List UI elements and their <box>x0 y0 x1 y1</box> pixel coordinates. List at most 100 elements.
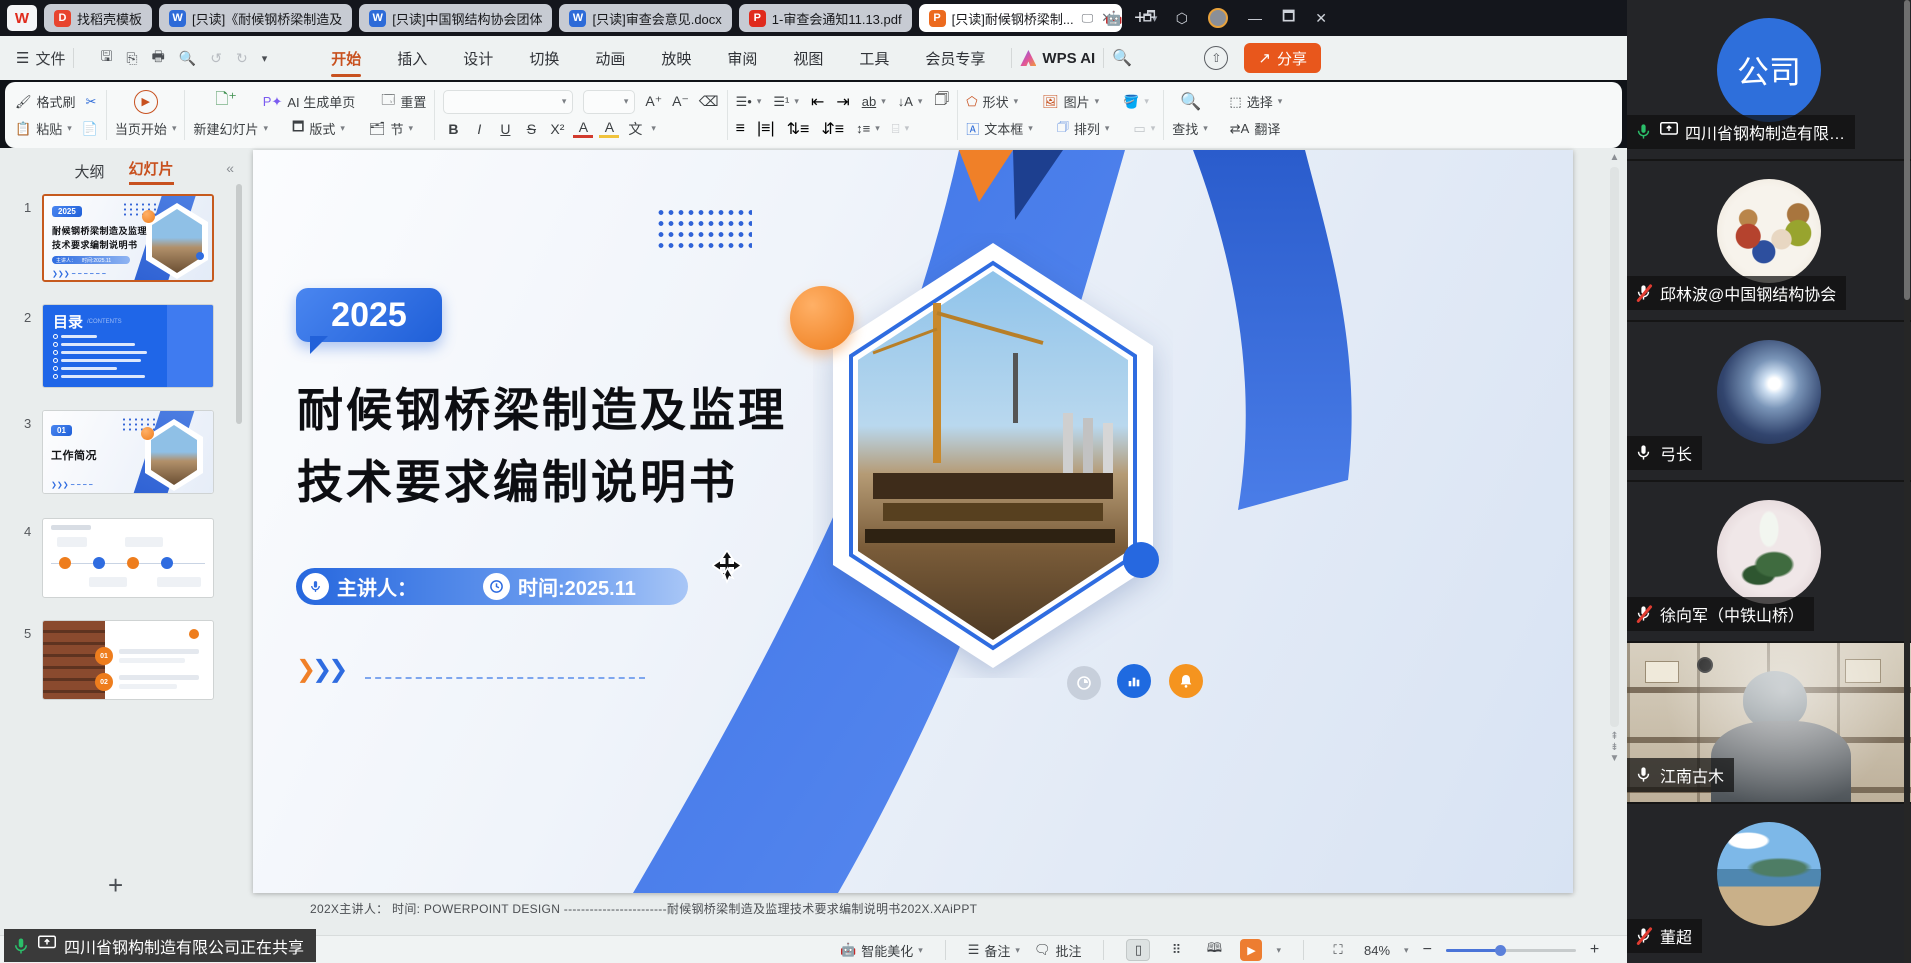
picture-button[interactable]: 🖼图片▾ <box>1042 92 1099 111</box>
participant-tile-6[interactable]: 董超 <box>1627 804 1911 963</box>
search-icon[interactable]: 🔍 <box>1112 48 1132 68</box>
translate-button[interactable]: ⇄A翻译 <box>1230 119 1281 138</box>
select-button[interactable]: ⬚选择▾ <box>1229 92 1282 111</box>
paste-button[interactable]: 📋粘贴▾ <box>15 119 72 138</box>
tab-design[interactable]: 设计 <box>445 36 511 80</box>
line-spacing-down-icon[interactable]: ⇵≡ <box>821 119 844 139</box>
next-slide-icon[interactable]: ⇟ <box>1608 742 1621 753</box>
tab-docer[interactable]: D 找稻壳模板 <box>44 4 152 32</box>
tab-overview-icon[interactable]: 🗗 <box>1143 6 1156 30</box>
outline-color-button[interactable]: ▭▾ <box>1133 121 1155 137</box>
participant-tile-3[interactable]: 弓长 <box>1627 322 1911 481</box>
close-button[interactable]: ✕ <box>1315 10 1327 27</box>
tab-animation[interactable]: 动画 <box>577 36 643 80</box>
slide-sorter-view-button[interactable]: ⠿ <box>1164 939 1188 961</box>
tab-doc-association[interactable]: W [只读]中国钢结构协会团体 <box>359 4 552 32</box>
tab-home[interactable]: 开始 <box>313 36 379 80</box>
tab-ppt-active[interactable]: P [只读]耐候钢桥梁制... 🖵 ✕ <box>919 4 1123 32</box>
slide-title-line2[interactable]: 技术要求编制说明书 <box>297 446 738 512</box>
redo-icon[interactable]: ↻ <box>236 50 248 67</box>
workspace-cube-icon[interactable]: ⬡ <box>1176 10 1188 27</box>
maximize-button[interactable]: 🗖 <box>1282 6 1295 30</box>
magnifier-icon[interactable]: 🔍 <box>1180 92 1201 112</box>
slides-tab[interactable]: 幻灯片 <box>129 158 174 185</box>
upload-cloud-icon[interactable]: ⇧ <box>1204 46 1228 70</box>
cut-button[interactable]: ✂ <box>86 94 97 110</box>
doc-mode-icon[interactable]: 🖵 <box>1082 11 1094 26</box>
superscript-button[interactable]: X² <box>547 121 567 137</box>
meeting-scrollbar[interactable] <box>1904 0 1910 963</box>
italic-button[interactable]: I <box>469 121 489 137</box>
screen-share-indicator[interactable]: 四川省钢构制造有限公司正在共享 <box>4 929 316 962</box>
text-direction-button[interactable]: ↓A▾ <box>898 94 923 109</box>
align-left-icon[interactable]: ≡ <box>736 120 745 138</box>
bullet-list-button[interactable]: ☰•▾ <box>736 94 762 110</box>
decrease-indent-icon[interactable]: ⇤ <box>811 92 824 112</box>
decrease-font-button[interactable]: A⁻ <box>672 93 689 110</box>
slide-title-line1[interactable]: 耐候钢桥梁制造及监理 <box>297 374 787 440</box>
year-badge[interactable]: 2025 <box>296 288 442 342</box>
line-spacing-button[interactable]: ↕≡▾ <box>856 121 880 136</box>
tab-pdf-notice[interactable]: P 1-审查会通知11.13.pdf <box>739 4 912 32</box>
char-spacing-button[interactable]: ab▾ <box>862 94 886 109</box>
zoom-caret-icon[interactable]: ▾ <box>1404 945 1409 956</box>
slide-thumbnail-1[interactable]: 2025 耐候钢桥梁制造及监理 技术要求编制说明书 主讲人：时间:2025.11… <box>42 194 214 282</box>
save-icon[interactable]: 🖫 <box>100 46 112 70</box>
scroll-down-icon[interactable]: ▼ <box>1608 753 1621 764</box>
clear-format-icon[interactable]: ⌫ <box>699 93 719 110</box>
smart-beautify-button[interactable]: 🤖智能美化▾ <box>840 941 923 960</box>
slide-thumbnail-2[interactable]: 目录 /CONTENTS <box>42 304 214 388</box>
tab-doc-naihou[interactable]: W [只读]《耐候钢桥梁制造及 <box>159 4 352 32</box>
increase-font-button[interactable]: A⁺ <box>645 93 662 110</box>
fill-color-button[interactable]: 🪣▾ <box>1123 94 1149 110</box>
zoom-slider-knob[interactable] <box>1495 945 1506 956</box>
tab-tools[interactable]: 工具 <box>841 36 907 80</box>
participant-tile-2[interactable]: 邱林波@中国钢结构协会 <box>1627 161 1911 320</box>
play-from-current-icon[interactable]: ▶ <box>134 90 158 114</box>
tab-member[interactable]: 会员专享 <box>907 36 1003 80</box>
outline-tab[interactable]: 大纲 <box>74 161 104 182</box>
slide-thumbnail-3[interactable]: 01 工作简况 ❯❯❯ − − − − <box>42 410 214 494</box>
wps-ai-button[interactable]: WPS AI <box>1020 50 1095 67</box>
textbox-button[interactable]: 🄰文本框▾ <box>966 119 1033 138</box>
underline-button[interactable]: U <box>495 121 515 137</box>
ai-assistant-icon[interactable]: 🤖 <box>1105 10 1122 27</box>
line-spacing-up-icon[interactable]: ⇅≡ <box>787 119 810 139</box>
file-menu[interactable]: ☰ 文件 <box>16 48 65 69</box>
slide-canvas[interactable]: 2025 耐候钢桥梁制造及监理 技术要求编制说明书 主讲人： 时间:2025.1… <box>253 150 1573 893</box>
normal-view-button[interactable]: ▯ <box>1126 939 1150 961</box>
arrange-button[interactable]: 🗇排列▾ <box>1057 118 1110 140</box>
fit-window-button[interactable]: ⛶ <box>1326 939 1350 961</box>
account-avatar[interactable] <box>1208 8 1228 28</box>
prev-slide-icon[interactable]: ⇞ <box>1608 731 1621 742</box>
participant-tile-5[interactable]: 江南古木 <box>1627 643 1911 802</box>
thumbnail-scrollbar[interactable] <box>236 184 242 424</box>
wps-home-icon[interactable]: W <box>7 5 37 31</box>
paragraph-layout-button[interactable]: ⌸▾ <box>892 121 909 137</box>
comments-button[interactable]: 🗨批注 <box>1034 941 1082 960</box>
paste-special-button[interactable]: 📄 <box>82 121 98 137</box>
format-painter-button[interactable]: 🖌格式刷 <box>15 92 76 111</box>
increase-indent-icon[interactable]: ⇥ <box>836 92 849 112</box>
quickbar-caret-icon[interactable]: ▾ <box>262 52 268 65</box>
play-options-caret-icon[interactable]: ▾ <box>1276 945 1281 956</box>
participant-tile-1[interactable]: 公司 四川省钢构制造有限… <box>1627 0 1911 159</box>
strikethrough-button[interactable]: S <box>521 121 541 137</box>
tab-doc-review[interactable]: W [只读]审查会意见.docx <box>559 4 731 32</box>
slideshow-play-button[interactable]: ▶ <box>1240 939 1262 961</box>
play-from-current-button[interactable]: 当页开始▾ <box>115 119 177 138</box>
new-slide-button[interactable]: 新建幻灯片▾ <box>193 119 268 138</box>
scroll-up-icon[interactable]: ▲ <box>1608 152 1621 163</box>
bold-button[interactable]: B <box>443 121 463 137</box>
highlight-color-button[interactable]: A <box>599 119 619 138</box>
add-slide-button[interactable]: + <box>108 870 123 901</box>
align-center-icon[interactable]: |≡| <box>757 120 775 138</box>
tab-insert[interactable]: 插入 <box>379 36 445 80</box>
section-button[interactable]: 🗂节▾ <box>369 119 413 138</box>
collapse-panel-icon[interactable]: « <box>226 160 234 176</box>
reset-button[interactable]: 🗔重置 <box>381 91 426 113</box>
tab-transition[interactable]: 切换 <box>511 36 577 80</box>
print-preview-icon[interactable]: 🔍 <box>179 50 196 67</box>
minimize-button[interactable]: — <box>1248 10 1262 26</box>
font-color-button[interactable]: A <box>573 119 593 138</box>
